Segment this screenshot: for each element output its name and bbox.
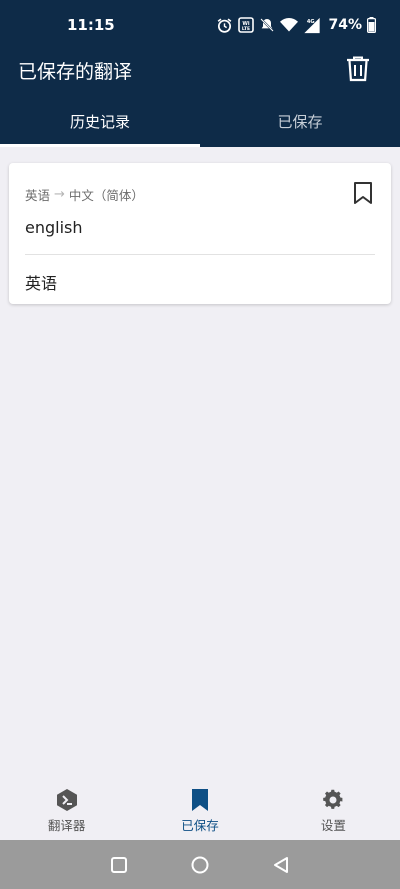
status-icons: Wi LTE 4G 74% <box>216 14 376 36</box>
bookmark-button[interactable] <box>353 182 373 204</box>
circle-icon <box>191 856 209 874</box>
svg-text:4G: 4G <box>307 18 315 24</box>
history-card[interactable]: 英语 → 中文（简体） english 英语 <box>9 163 391 304</box>
svg-text:LTE: LTE <box>242 26 250 32</box>
tab-bar: 历史记录 已保存 <box>0 102 400 147</box>
nav-settings[interactable]: 设置 <box>267 780 400 840</box>
mute-icon <box>259 17 275 33</box>
gear-icon <box>323 789 343 809</box>
tab-saved[interactable]: 已保存 <box>200 102 400 147</box>
wifi-icon <box>280 17 299 33</box>
status-time: 11:15 <box>67 16 115 34</box>
back-button[interactable] <box>270 854 292 876</box>
arrow-right-icon: → <box>54 187 65 202</box>
card-divider <box>25 254 375 255</box>
signal-icon: 4G <box>303 17 321 34</box>
source-language: 英语 <box>25 188 51 203</box>
battery-percent: 74% <box>328 17 362 33</box>
bottom-navigation: 翻译器 已保存 设置 <box>0 780 400 840</box>
delete-button[interactable] <box>346 56 370 82</box>
page-title: 已保存的翻译 <box>18 61 133 83</box>
nav-saved[interactable]: 已保存 <box>133 780 266 840</box>
alarm-icon <box>216 17 233 34</box>
wifi-calling-icon: Wi LTE <box>238 17 255 33</box>
trash-icon <box>347 56 369 82</box>
tab-history[interactable]: 历史记录 <box>0 102 200 147</box>
triangle-back-icon <box>274 857 288 873</box>
app-header: 11:15 Wi LTE 4G 74% 已保存的翻译 历史记录 已保存 <box>0 0 400 147</box>
recents-button[interactable] <box>108 854 130 876</box>
source-text: english <box>25 218 83 237</box>
battery-icon <box>367 17 376 33</box>
nav-settings-label: 设置 <box>320 818 346 833</box>
nav-saved-label: 已保存 <box>181 818 219 833</box>
square-icon <box>111 857 127 873</box>
system-navigation-bar <box>0 840 400 889</box>
nav-translator[interactable]: 翻译器 <box>0 780 133 840</box>
nav-translator-label: 翻译器 <box>47 818 86 833</box>
home-button[interactable] <box>189 854 211 876</box>
translated-text: 英语 <box>25 274 58 293</box>
language-pair: 英语 → 中文（简体） <box>25 185 144 204</box>
bookmark-icon <box>191 789 208 811</box>
target-language: 中文（简体） <box>68 188 144 203</box>
bookmark-outline-icon <box>354 182 372 204</box>
translator-icon <box>56 789 77 811</box>
status-bar: 11:15 Wi LTE 4G 74% <box>0 0 400 50</box>
